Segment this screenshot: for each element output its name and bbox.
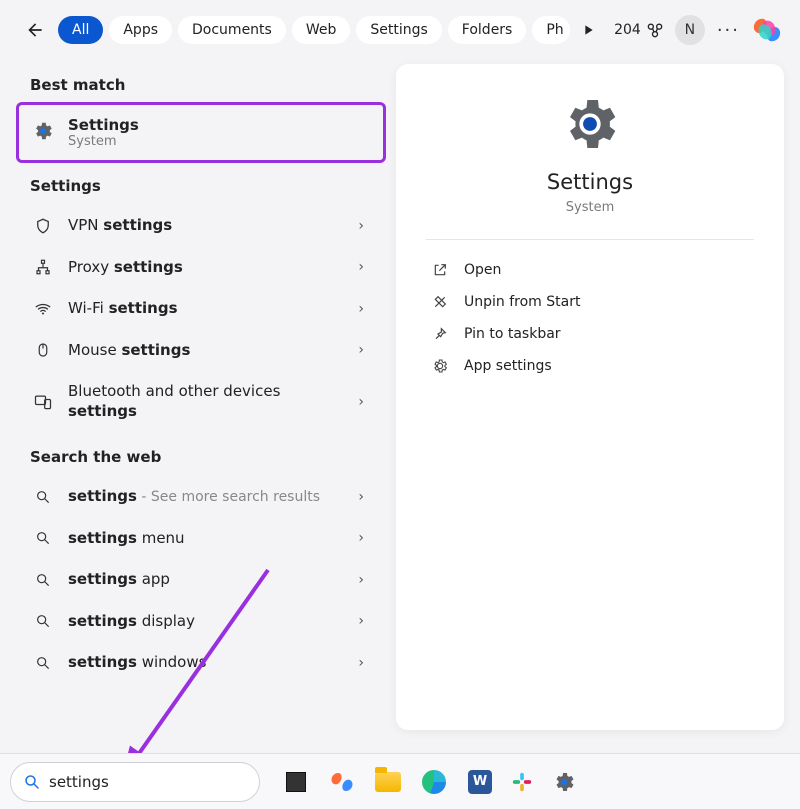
best-match-result[interactable]: Settings System [18, 104, 384, 161]
settings-result-mouse[interactable]: Mouse settings › [18, 330, 384, 372]
filter-tab-apps[interactable]: Apps [109, 16, 172, 44]
result-label: settings app [68, 570, 344, 590]
best-match-title: Settings [68, 116, 139, 134]
slack-icon [511, 771, 533, 793]
chevron-right-icon: › [358, 342, 370, 358]
taskbar-edge[interactable] [418, 766, 450, 798]
action-app-settings[interactable]: App settings [426, 350, 754, 382]
section-header-web: Search the web [30, 448, 384, 466]
web-result[interactable]: settings menu › [18, 518, 384, 560]
chevron-right-icon: › [358, 489, 370, 505]
section-header-settings: Settings [30, 177, 384, 195]
chevron-right-icon: › [358, 572, 370, 588]
wifi-icon [32, 300, 54, 318]
back-button[interactable] [18, 13, 52, 47]
points-value: 204 [614, 22, 641, 38]
preview-title: Settings [547, 170, 633, 194]
devices-icon [32, 392, 54, 412]
search-icon [23, 773, 41, 791]
action-pin-taskbar[interactable]: Pin to taskbar [426, 318, 754, 350]
section-header-best-match: Best match [30, 76, 384, 94]
taskbar-word[interactable]: W [464, 766, 496, 798]
gear-icon [32, 120, 54, 146]
shield-icon [32, 217, 54, 235]
result-label: settings - See more search results [68, 487, 344, 507]
web-result[interactable]: settings app › [18, 559, 384, 601]
search-icon [32, 655, 54, 671]
action-open[interactable]: Open [426, 254, 754, 286]
mouse-icon [32, 341, 54, 359]
gear-icon [558, 92, 622, 156]
filter-tab-photos[interactable]: Ph [532, 16, 569, 44]
results-column: Best match Settings System Settings VPN … [0, 60, 392, 740]
result-label: Mouse settings [68, 341, 344, 361]
copilot-icon[interactable] [752, 15, 782, 45]
more-options-button[interactable]: ··· [715, 20, 742, 41]
open-icon [430, 262, 450, 278]
search-icon [32, 613, 54, 629]
divider [426, 239, 754, 240]
filter-tab-all[interactable]: All [58, 16, 103, 44]
web-result[interactable]: settings display › [18, 601, 384, 643]
taskbar: W [0, 753, 800, 809]
chevron-right-icon: › [358, 530, 370, 546]
overflow-play-icon[interactable] [580, 22, 596, 38]
gear-icon [430, 358, 450, 374]
chevron-right-icon: › [358, 218, 370, 234]
result-label: Wi-Fi settings [68, 299, 344, 319]
chevron-right-icon: › [358, 655, 370, 671]
top-right-controls: 204 N ··· [614, 15, 782, 45]
search-icon [32, 572, 54, 588]
settings-result-bluetooth[interactable]: Bluetooth and other devices settings › [18, 371, 384, 432]
search-input[interactable] [49, 773, 247, 791]
search-icon [32, 489, 54, 505]
filter-tab-settings[interactable]: Settings [356, 16, 441, 44]
unpin-icon [430, 294, 450, 310]
result-label: settings display [68, 612, 344, 632]
settings-result-wifi[interactable]: Wi-Fi settings › [18, 288, 384, 330]
settings-result-vpn[interactable]: VPN settings › [18, 205, 384, 247]
result-label: VPN settings [68, 216, 344, 236]
taskbar-taskview[interactable] [280, 766, 312, 798]
web-result[interactable]: settings - See more search results › [18, 476, 384, 518]
gear-icon [552, 770, 576, 794]
user-avatar[interactable]: N [675, 15, 705, 45]
result-label: Bluetooth and other devices settings [68, 382, 344, 421]
taskview-icon [286, 772, 306, 792]
taskbar-slack[interactable] [510, 770, 534, 794]
result-label: settings menu [68, 529, 344, 549]
settings-result-proxy[interactable]: Proxy settings › [18, 247, 384, 289]
filter-tab-web[interactable]: Web [292, 16, 351, 44]
folder-icon [375, 772, 401, 792]
result-label: settings windows [68, 653, 344, 673]
chevron-right-icon: › [358, 613, 370, 629]
proxy-icon [32, 258, 54, 276]
filter-tab-documents[interactable]: Documents [178, 16, 286, 44]
search-icon [32, 530, 54, 546]
edge-icon [422, 770, 446, 794]
taskbar-copilot[interactable] [326, 766, 358, 798]
rewards-icon [645, 20, 665, 40]
chevron-right-icon: › [358, 259, 370, 275]
taskbar-settings[interactable] [548, 766, 580, 798]
chevron-right-icon: › [358, 394, 370, 410]
web-result[interactable]: settings windows › [18, 642, 384, 684]
result-label: Proxy settings [68, 258, 344, 278]
preview-subtitle: System [566, 200, 614, 215]
filter-tab-folders[interactable]: Folders [448, 16, 527, 44]
taskbar-explorer[interactable] [372, 766, 404, 798]
copilot-icon [330, 770, 354, 794]
word-icon: W [468, 770, 492, 794]
chevron-right-icon: › [358, 301, 370, 317]
pin-icon [430, 326, 450, 342]
preview-panel: Settings System Open Unpin from Start Pi… [396, 64, 784, 730]
arrow-left-icon [25, 20, 45, 40]
taskbar-search[interactable] [10, 762, 260, 802]
action-unpin-start[interactable]: Unpin from Start [426, 286, 754, 318]
best-match-subtitle: System [68, 134, 139, 149]
rewards-points[interactable]: 204 [614, 20, 665, 40]
search-filter-bar: All Apps Documents Web Settings Folders … [0, 0, 800, 60]
